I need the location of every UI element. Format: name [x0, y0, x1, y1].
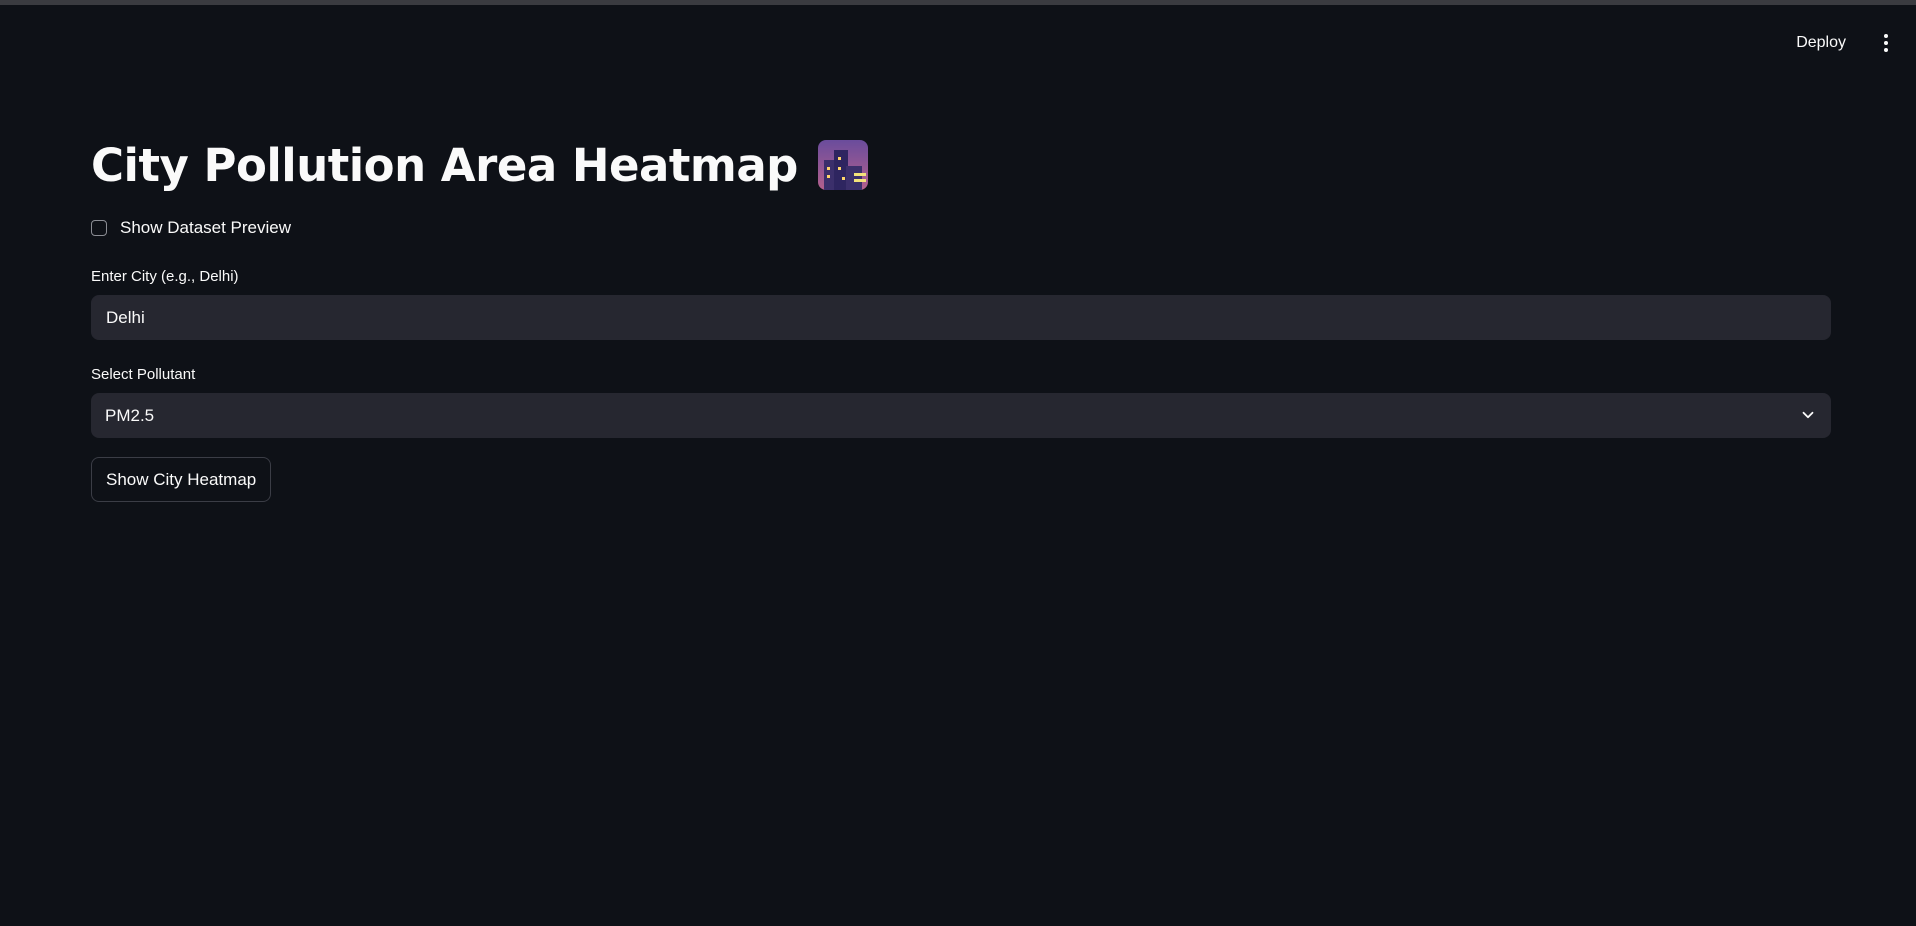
pollutant-select[interactable]: PM2.5	[91, 393, 1831, 438]
menu-dot	[1884, 34, 1888, 38]
building-shape	[845, 166, 862, 190]
title-row: City Pollution Area Heatmap	[91, 130, 1831, 200]
deploy-button[interactable]: Deploy	[1786, 25, 1856, 61]
dataset-preview-checkbox[interactable]	[91, 220, 107, 236]
chevron-down-icon	[1802, 411, 1814, 419]
window-light	[837, 167, 841, 170]
dataset-preview-toggle[interactable]: Show Dataset Preview	[91, 214, 1831, 242]
window-stripe	[853, 179, 866, 182]
more-vertical-icon[interactable]	[1874, 27, 1898, 59]
pollutant-selected-value: PM2.5	[105, 405, 155, 425]
window-light	[826, 167, 830, 170]
main-content: City Pollution Area Heatmap Show Dataset…	[91, 130, 1831, 502]
pollutant-select-label: Select Pollutant	[91, 366, 196, 383]
window-stripe	[853, 173, 866, 176]
app-header: Deploy	[0, 5, 1916, 73]
city-field-label: Enter City (e.g., Delhi)	[91, 268, 239, 285]
window-light	[826, 175, 830, 178]
dataset-preview-label: Show Dataset Preview	[120, 218, 292, 237]
window-light	[841, 177, 845, 180]
menu-dot	[1884, 41, 1888, 45]
window-light	[837, 157, 841, 160]
page-title: City Pollution Area Heatmap	[91, 138, 798, 192]
show-city-heatmap-button[interactable]: Show City Heatmap	[91, 457, 272, 502]
night-city-emoji-icon	[817, 140, 868, 190]
menu-dot	[1884, 48, 1888, 52]
city-input[interactable]	[91, 295, 1831, 340]
